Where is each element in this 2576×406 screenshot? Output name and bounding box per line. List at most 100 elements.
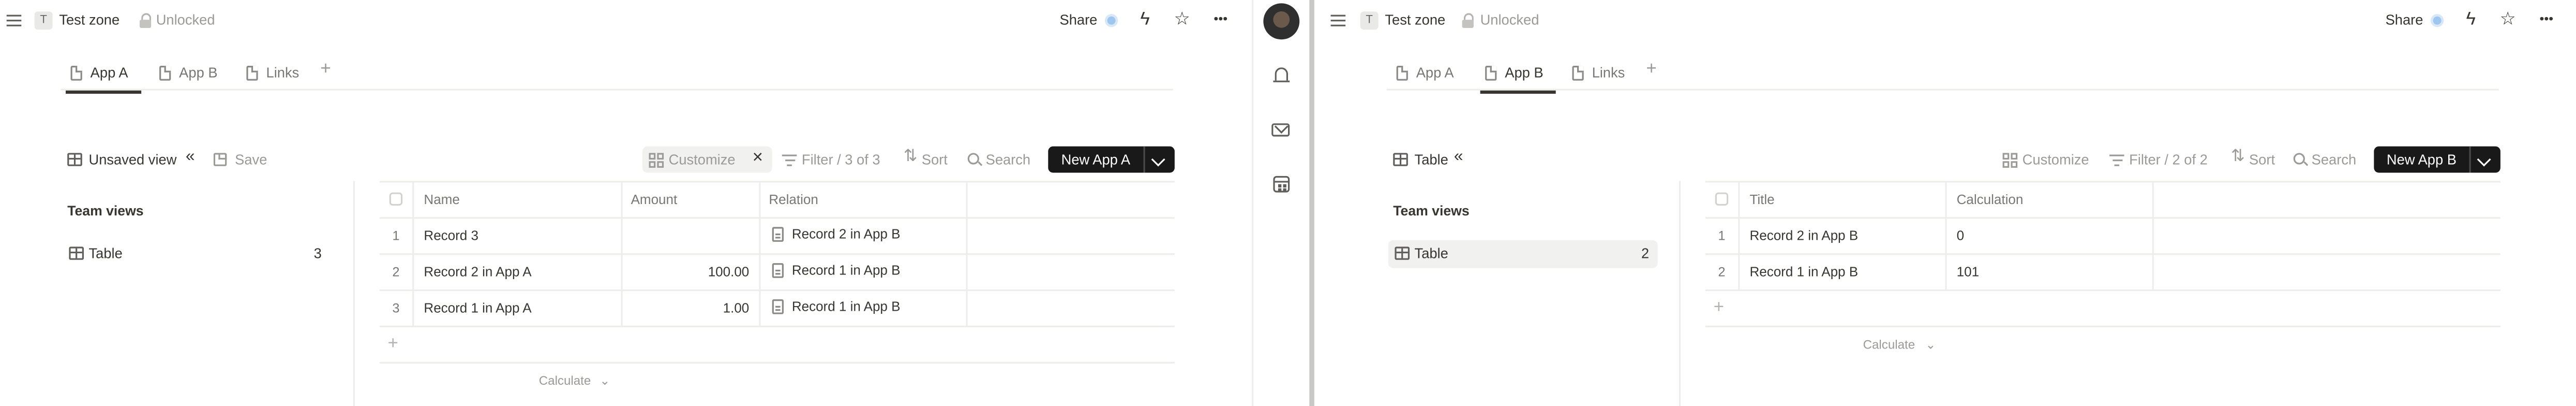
tabs-divider [61, 89, 1173, 91]
presence-dot-icon [2433, 16, 2442, 25]
cell-title[interactable]: Record 1 in App B [1749, 263, 1858, 283]
cell-amount[interactable]: 1.00 [631, 299, 750, 319]
updates-bolt-icon[interactable]: ϟ [2461, 10, 2481, 30]
right-pane: T Test zone Unlocked Share ϟ ☆ ••• App A… [1315, 0, 2576, 406]
calculate-button[interactable]: Calculate [539, 372, 591, 392]
cell-title[interactable]: Record 2 in App B [1749, 227, 1858, 247]
grid-top-border [379, 181, 1175, 183]
collapse-sidebar-icon[interactable]: « [1454, 148, 1463, 168]
cell-amount[interactable]: 100.00 [631, 263, 750, 283]
sidebar-divider [1679, 181, 1681, 406]
sidebar-view-label: Table [88, 245, 123, 262]
breadcrumb-title[interactable]: Test zone [59, 10, 119, 30]
mail-icon[interactable] [1271, 123, 1290, 137]
grid-top-border [1705, 181, 2500, 183]
grid-row-border [1705, 289, 2500, 292]
page-icon [1572, 66, 1584, 81]
row-number: 1 [392, 228, 400, 244]
sort-button[interactable]: Sort [2249, 150, 2275, 169]
column-header-calculation[interactable]: Calculation [1957, 191, 2024, 210]
customize-icon [649, 153, 664, 168]
more-options-icon[interactable]: ••• [1209, 10, 1232, 30]
grid-col-border [1738, 181, 1740, 289]
sidebar-menu-icon[interactable] [1330, 15, 1346, 27]
search-button[interactable]: Search [986, 150, 1030, 169]
filter-icon [782, 154, 797, 166]
grid-col-border [621, 181, 623, 326]
view-name[interactable]: Unsaved view [89, 150, 177, 169]
collapse-sidebar-icon[interactable]: « [186, 148, 195, 168]
column-header-title[interactable]: Title [1749, 191, 1774, 210]
row-number: 2 [392, 265, 400, 280]
sidebar-menu-icon[interactable] [6, 15, 22, 27]
page-icon [70, 66, 82, 81]
cell-relation[interactable]: Record 2 in App B [792, 225, 901, 245]
share-button[interactable]: Share [2386, 10, 2423, 30]
cell-name[interactable]: Record 2 in App A [424, 263, 531, 283]
search-button[interactable]: Search [2312, 150, 2356, 169]
filter-button[interactable]: Filter / 2 of 2 [2129, 150, 2208, 169]
linked-page-icon [772, 227, 784, 242]
add-row-icon[interactable]: + [1714, 298, 1724, 317]
tab-label: Links [1592, 64, 1625, 81]
cell-relation[interactable]: Record 1 in App B [792, 298, 901, 317]
notifications-bell-icon[interactable] [1273, 67, 1290, 84]
lock-icon [139, 13, 152, 28]
customize-button[interactable]: Customize [669, 150, 736, 169]
view-name[interactable]: Table [1415, 150, 1448, 169]
search-icon [2293, 153, 2305, 165]
customize-button[interactable]: Customize [2023, 150, 2089, 169]
avatar[interactable] [1263, 3, 1300, 40]
grid-col-border [966, 181, 968, 326]
add-tab-icon[interactable]: + [1646, 60, 1656, 79]
calculate-button[interactable]: Calculate [1863, 336, 1915, 355]
column-header-amount[interactable]: Amount [631, 191, 678, 210]
clear-customize-icon[interactable]: × [753, 148, 763, 168]
more-options-icon[interactable]: ••• [2535, 10, 2558, 30]
filter-button[interactable]: Filter / 3 of 3 [802, 150, 880, 169]
add-tab-icon[interactable]: + [320, 60, 331, 79]
new-record-dropdown-icon[interactable] [2477, 152, 2491, 167]
table-view-icon [1393, 153, 1408, 166]
select-all-checkbox[interactable] [389, 192, 403, 206]
linked-page-icon [772, 263, 784, 278]
cell-name[interactable]: Record 3 [424, 227, 478, 247]
cell-name[interactable]: Record 1 in App A [424, 299, 531, 319]
cell-calculation[interactable]: 101 [1957, 263, 1979, 283]
new-record-button[interactable]: New App A [1048, 146, 1175, 173]
customize-icon [2002, 153, 2018, 168]
favorite-star-icon[interactable]: ☆ [1172, 10, 1193, 30]
grid-col-border [1945, 181, 1947, 289]
new-record-dropdown-icon[interactable] [1151, 152, 1165, 167]
grid-row-border [379, 289, 1175, 292]
page-icon [1396, 66, 1408, 81]
sort-button[interactable]: Sort [922, 150, 948, 169]
save-button[interactable]: Save [235, 150, 267, 169]
lock-icon [1462, 13, 1474, 28]
grid-row-border [1705, 253, 2500, 255]
chevron-down-icon: ⌄ [600, 373, 610, 388]
workspace-icon: T [34, 11, 53, 30]
cell-calculation[interactable]: 0 [1957, 227, 1964, 247]
cell-relation[interactable]: Record 1 in App B [792, 262, 901, 281]
share-button[interactable]: Share [1060, 10, 1098, 30]
breadcrumb-title[interactable]: Test zone [1385, 10, 1445, 30]
page-icon [159, 66, 171, 81]
updates-bolt-icon[interactable]: ϟ [1135, 10, 1155, 30]
split-view-divider[interactable] [1309, 0, 1314, 406]
lock-status-label[interactable]: Unlocked [1480, 10, 1539, 30]
favorite-star-icon[interactable]: ☆ [2497, 10, 2519, 30]
select-all-checkbox[interactable] [1715, 192, 1729, 206]
lock-status-label[interactable]: Unlocked [156, 10, 215, 30]
button-separator [2469, 146, 2471, 173]
grid-row-border [1705, 325, 2500, 328]
column-header-relation[interactable]: Relation [769, 191, 818, 210]
presence-dot-icon [1107, 16, 1116, 25]
save-icon [213, 153, 227, 166]
add-row-icon[interactable]: + [388, 335, 398, 354]
calendar-icon[interactable] [1273, 176, 1290, 193]
team-views-heading: Team views [1393, 202, 1470, 219]
new-record-button[interactable]: New App B [2374, 146, 2500, 173]
linked-page-icon [772, 299, 784, 314]
column-header-name[interactable]: Name [424, 191, 459, 210]
